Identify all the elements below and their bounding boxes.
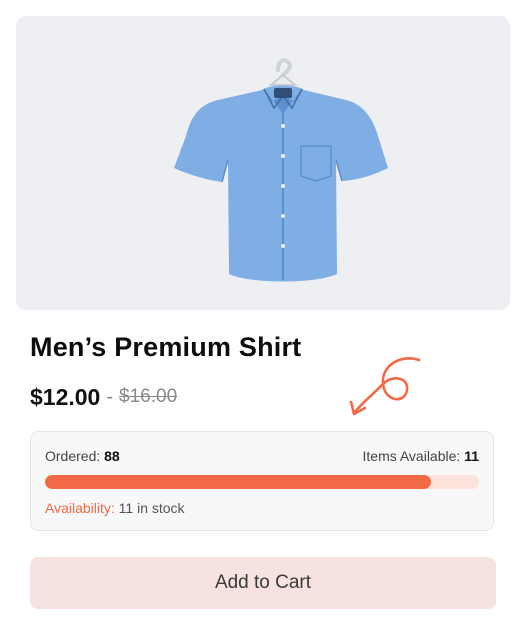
price-separator: - bbox=[106, 385, 114, 408]
original-price: $16.00 bbox=[119, 386, 178, 407]
available-value: 11 bbox=[464, 448, 479, 464]
stock-progress-bar bbox=[45, 475, 479, 489]
availability-info: Availability: 11 in stock bbox=[45, 500, 185, 516]
availability-value: 11 in stock bbox=[118, 500, 185, 516]
add-to-cart-button[interactable]: Add to Cart bbox=[30, 557, 496, 609]
stock-summary: Ordered: 88 Items Available: 11 bbox=[45, 448, 479, 464]
stock-progress-fill bbox=[45, 475, 432, 489]
ordered-info: Ordered: 88 bbox=[45, 448, 120, 464]
ordered-label: Ordered: bbox=[45, 448, 101, 464]
product-title: Men’s Premium Shirt bbox=[30, 332, 302, 362]
stock-card: Ordered: 88 Items Available: 11 Availabi… bbox=[30, 431, 494, 531]
current-price: $12.00 bbox=[30, 383, 101, 410]
available-label: Items Available: bbox=[362, 448, 461, 464]
availability-label: Availability: bbox=[45, 500, 115, 516]
product-image-container bbox=[16, 16, 510, 310]
curly-arrow-icon bbox=[349, 357, 421, 416]
available-info: Items Available: 11 bbox=[363, 448, 480, 464]
shirt-image bbox=[174, 58, 388, 282]
price-row: $12.00 - $16.00 bbox=[30, 382, 177, 412]
ordered-value: 88 bbox=[104, 448, 120, 464]
